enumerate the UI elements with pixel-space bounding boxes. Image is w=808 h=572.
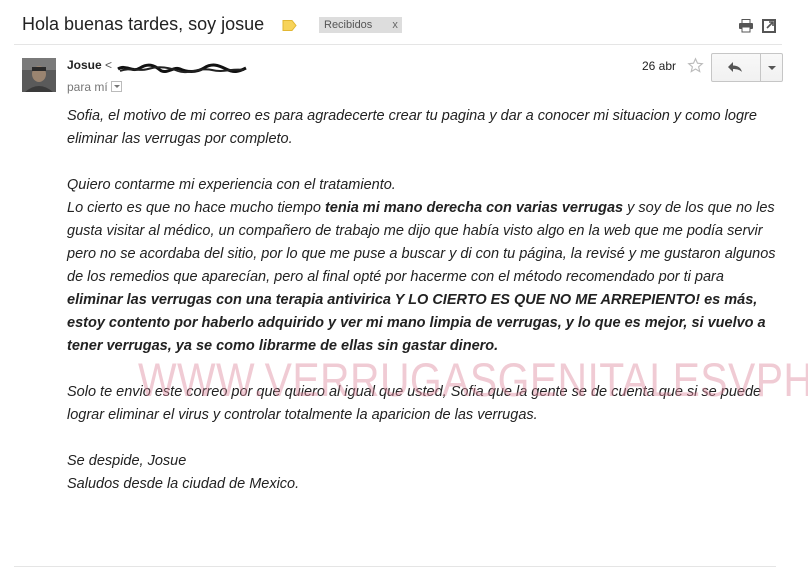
header-divider [14, 44, 782, 45]
redacted-email-scribble [116, 62, 248, 80]
recipient-text: para mí [67, 80, 108, 94]
body-bold-run: tenia mi mano derecha con varias verruga… [324, 200, 624, 216]
inbox-label-text: Recibidos [324, 19, 373, 31]
body-paragraph: Saludos desde la ciudad de Mexico. [67, 476, 300, 492]
reply-button[interactable] [712, 54, 759, 81]
print-icon[interactable] [738, 19, 754, 38]
email-subject: Hola buenas tardes, soy josue [22, 14, 265, 34]
reply-button-group [711, 53, 783, 82]
body-paragraph: Quiero contarme mi experiencia con el tr… [67, 177, 396, 193]
sender-name[interactable]: Josue [67, 58, 102, 72]
recipient-details-dropdown[interactable] [110, 81, 122, 92]
body-paragraph: Se despide, Josue [67, 453, 187, 469]
recipient-line: para mí [67, 80, 122, 94]
body-paragraph: Sofia, el motivo de mi correo es para ag… [67, 108, 757, 147]
body-paragraph: Lo cierto es que no hace mucho tiempo te… [67, 197, 779, 358]
body-text-run: Lo cierto es que no hace mucho tiempo [67, 200, 325, 216]
subject-bar: Hola buenas tardes, soy josue Recibidos x [22, 14, 782, 40]
email-date: 26 abr [642, 59, 677, 73]
more-actions-button[interactable] [760, 54, 783, 81]
sender-email: < [105, 58, 113, 72]
footer-divider [14, 566, 776, 567]
email-body: Sofia, el motivo de mi correo es para ag… [67, 105, 779, 496]
label-tag-icon[interactable] [282, 20, 297, 31]
reply-icon [728, 62, 742, 72]
remove-label-button[interactable]: x [392, 19, 398, 31]
avatar[interactable] [22, 58, 56, 92]
star-icon[interactable] [687, 57, 704, 79]
body-paragraph: Solo te envio este correo por que quiero… [67, 384, 762, 423]
sender-line: Josue < [67, 58, 112, 72]
body-bold-run: eliminar las verrugas con una terapia an… [67, 292, 766, 354]
inbox-label-chip[interactable]: Recibidos x [319, 17, 402, 33]
open-in-new-window-icon[interactable] [762, 19, 776, 38]
